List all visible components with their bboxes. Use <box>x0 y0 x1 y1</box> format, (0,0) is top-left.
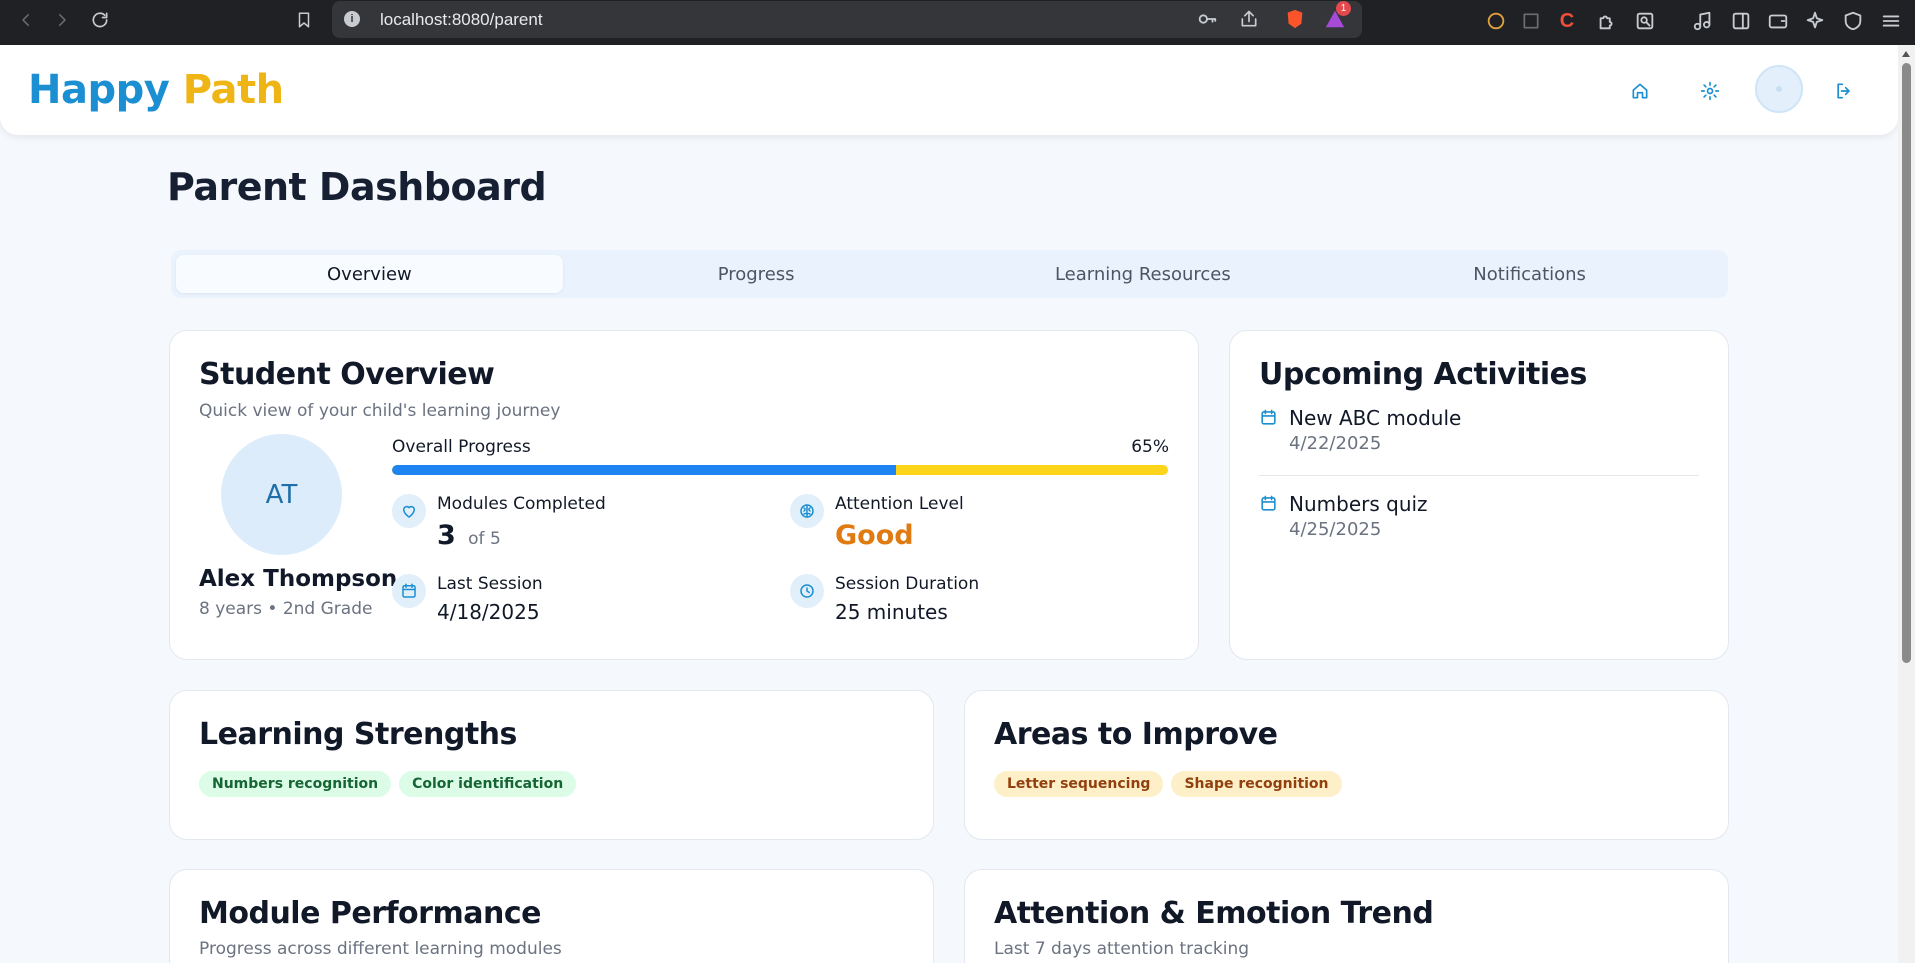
browser-toolbar: i localhost:8080/parent 1 C <box>0 0 1915 45</box>
share-icon[interactable] <box>1236 6 1262 32</box>
tab-learning-resources[interactable]: Learning Resources <box>950 255 1337 293</box>
address-bar[interactable]: i localhost:8080/parent 1 <box>332 1 1362 38</box>
stat-value: 4/18/2025 <box>437 600 540 624</box>
progress-percent: 65% <box>1131 437 1169 457</box>
calendar-icon <box>392 574 426 608</box>
activity-item[interactable]: New ABC module 4/22/2025 <box>1259 406 1699 476</box>
attention-trend-card: Attention & Emotion Trend Last 7 days at… <box>964 869 1729 963</box>
brain-icon <box>790 494 824 528</box>
student-meta: 8 years • 2nd Grade <box>199 599 373 619</box>
card-title: Student Overview <box>199 357 495 392</box>
puzzle-icon[interactable] <box>1594 8 1620 34</box>
improve-chip: Shape recognition <box>1171 771 1342 797</box>
stat-label: Session Duration <box>835 574 980 594</box>
bookmark-icon[interactable] <box>290 6 318 34</box>
reload-icon[interactable] <box>86 6 114 34</box>
wallet-icon[interactable] <box>1765 8 1791 34</box>
brave-rewards-icon[interactable]: 1 <box>1322 1 1351 32</box>
extension-icon-1[interactable] <box>1483 8 1509 34</box>
scroll-up-arrow[interactable] <box>1902 51 1910 57</box>
brave-shield-icon[interactable] <box>1282 6 1308 32</box>
stat-value: 25 minutes <box>835 600 948 624</box>
page-scrollbar[interactable] <box>1898 45 1915 963</box>
card-subtitle: Last 7 days attention tracking <box>994 939 1250 959</box>
progress-bar <box>392 465 1168 475</box>
modules-count: 3 <box>437 520 456 551</box>
activity-item[interactable]: Numbers quiz 4/25/2025 <box>1259 492 1699 552</box>
app-logo[interactable]: Happy Path <box>28 67 284 113</box>
progress-bar-fill <box>392 465 897 475</box>
activity-date: 4/22/2025 <box>1289 433 1382 454</box>
avatar[interactable] <box>1755 65 1803 113</box>
stat-label: Modules Completed <box>437 494 606 514</box>
strength-chip: Color identification <box>399 771 577 797</box>
url-text: localhost:8080/parent <box>380 9 543 29</box>
progress-label: Overall Progress <box>392 437 531 457</box>
card-title: Learning Strengths <box>199 717 517 752</box>
card-subtitle: Progress across different learning modul… <box>199 939 562 959</box>
scrollbar-thumb[interactable] <box>1902 63 1911 663</box>
gear-icon[interactable] <box>1696 77 1724 105</box>
app-header: Happy Path <box>0 45 1898 135</box>
card-title: Areas to Improve <box>994 717 1278 752</box>
stat-value: 3 of 5 <box>437 520 501 551</box>
tab-overview[interactable]: Overview <box>176 255 563 293</box>
card-subtitle: Quick view of your child's learning jour… <box>199 401 561 421</box>
stat-label: Attention Level <box>835 494 964 514</box>
student-overview-card: Student Overview Quick view of your chil… <box>169 330 1199 660</box>
areas-to-improve-card: Areas to Improve Letter sequencing Shape … <box>964 690 1729 840</box>
learning-strengths-card: Learning Strengths Numbers recognition Co… <box>169 690 934 840</box>
calendar-icon <box>1261 409 1276 425</box>
strength-chip: Numbers recognition <box>199 771 392 797</box>
calendar-icon <box>1261 495 1276 511</box>
avatar-dot <box>1776 86 1782 92</box>
strength-chips: Numbers recognition Color identification <box>199 771 584 797</box>
reader-icon[interactable] <box>1632 8 1658 34</box>
activity-date: 4/25/2025 <box>1289 519 1382 540</box>
clock-icon <box>790 574 824 608</box>
student-name: Alex Thompson <box>199 566 398 592</box>
site-info-icon[interactable]: i <box>344 11 360 27</box>
modules-total: of 5 <box>468 529 501 549</box>
module-performance-card: Module Performance Progress across diffe… <box>169 869 934 963</box>
leo-ai-icon[interactable] <box>1802 8 1828 34</box>
tab-notifications[interactable]: Notifications <box>1336 255 1723 293</box>
student-avatar: AT <box>221 434 342 555</box>
sidebar-icon[interactable] <box>1728 8 1754 34</box>
vpn-icon[interactable] <box>1840 8 1866 34</box>
activity-title: Numbers quiz <box>1289 492 1428 516</box>
back-icon[interactable] <box>12 6 40 34</box>
logout-icon[interactable] <box>1830 77 1858 105</box>
stat-label: Last Session <box>437 574 543 594</box>
improve-chips: Letter sequencing Shape recognition <box>994 771 1350 797</box>
key-icon[interactable] <box>1194 6 1220 32</box>
extension-icon-2[interactable] <box>1518 8 1544 34</box>
extension-icon-3[interactable]: C <box>1554 8 1580 34</box>
upcoming-activities-card: Upcoming Activities New ABC module 4/22/… <box>1229 330 1729 660</box>
card-title: Upcoming Activities <box>1259 357 1587 392</box>
attention-value: Good <box>835 520 914 551</box>
forward-icon[interactable] <box>48 6 76 34</box>
page-title: Parent Dashboard <box>167 165 547 209</box>
card-title: Attention & Emotion Trend <box>994 896 1434 931</box>
dashboard-tabs: Overview Progress Learning Resources Not… <box>171 250 1728 298</box>
home-icon[interactable] <box>1626 77 1654 105</box>
heart-icon <box>392 494 426 528</box>
tab-progress[interactable]: Progress <box>563 255 950 293</box>
activity-title: New ABC module <box>1289 406 1462 430</box>
menu-icon[interactable] <box>1878 8 1904 34</box>
notification-badge: 1 <box>1336 1 1351 16</box>
improve-chip: Letter sequencing <box>994 771 1164 797</box>
logo-word-happy: Happy <box>28 67 170 113</box>
music-icon[interactable] <box>1690 8 1716 34</box>
logo-word-path: Path <box>182 67 284 113</box>
card-title: Module Performance <box>199 896 541 931</box>
